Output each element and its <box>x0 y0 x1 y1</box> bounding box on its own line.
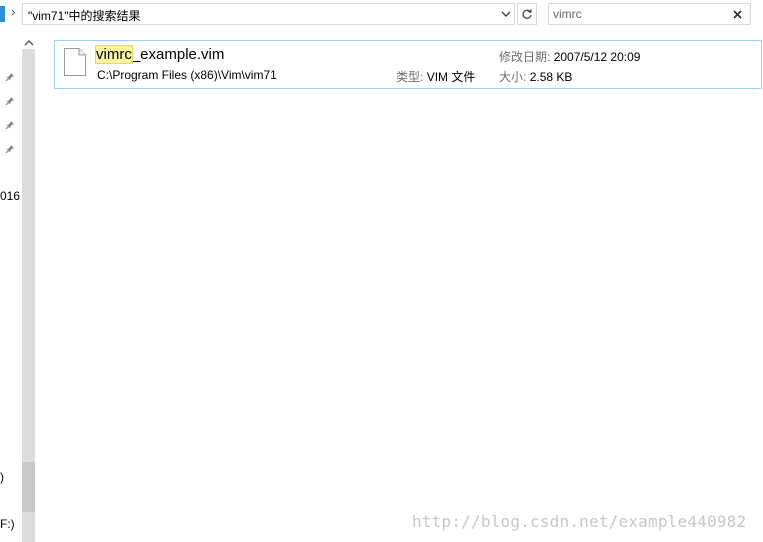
address-history-button[interactable] <box>497 4 515 24</box>
file-type-label: 类型: <box>396 70 424 84</box>
file-name-rest: _example.vim <box>131 46 225 63</box>
file-modified-date: 修改日期: 2007/5/12 20:09 <box>499 48 640 65</box>
navigation-pane: 016 ) F:) <box>0 30 22 542</box>
file-name[interactable]: vimrc_example.vim <box>95 45 225 64</box>
chevron-up-icon[interactable] <box>24 38 34 48</box>
chevron-down-icon <box>501 11 511 17</box>
nav-scrollbar-thumb[interactable] <box>22 462 35 512</box>
nav-item-label[interactable]: F:) <box>0 517 15 531</box>
refresh-icon <box>522 9 532 19</box>
file-type-value: VIM 文件 <box>426 70 476 84</box>
pin-icon[interactable] <box>5 144 15 154</box>
nav-accent-edge <box>0 6 5 22</box>
modified-date-value: 2007/5/12 20:09 <box>553 50 641 64</box>
file-size: 大小: 2.58 KB <box>499 68 572 85</box>
nav-item-label[interactable]: 016 <box>0 189 20 203</box>
file-size-label: 大小: <box>499 70 527 84</box>
chevron-right-icon[interactable]: › <box>11 4 15 19</box>
close-icon <box>732 9 742 19</box>
watermark: http://blog.csdn.net/example440982 <box>412 512 747 531</box>
address-location-text[interactable]: "vim71"中的搜索结果 <box>28 7 141 24</box>
address-bar[interactable]: "vim71"中的搜索结果 <box>22 3 515 25</box>
nav-item-label[interactable]: ) <box>0 470 4 484</box>
file-type: 类型: VIM 文件 <box>396 68 475 85</box>
top-bar: › "vim71"中的搜索结果 <box>0 0 763 30</box>
modified-date-label: 修改日期: <box>499 50 551 64</box>
file-path: C:\Program Files (x86)\Vim\vim71 <box>97 68 277 82</box>
search-box[interactable] <box>548 3 751 25</box>
search-match-highlight: vimrc <box>95 45 133 64</box>
search-result-item[interactable]: vimrc_example.vim C:\Program Files (x86)… <box>54 40 762 89</box>
pin-icon[interactable] <box>5 96 15 106</box>
clear-search-button[interactable] <box>729 6 745 22</box>
pin-icon[interactable] <box>5 72 15 82</box>
file-icon <box>64 48 86 76</box>
pin-icon[interactable] <box>5 120 15 130</box>
refresh-button[interactable] <box>517 3 537 25</box>
file-size-value: 2.58 KB <box>529 70 573 84</box>
search-input[interactable] <box>553 6 723 22</box>
